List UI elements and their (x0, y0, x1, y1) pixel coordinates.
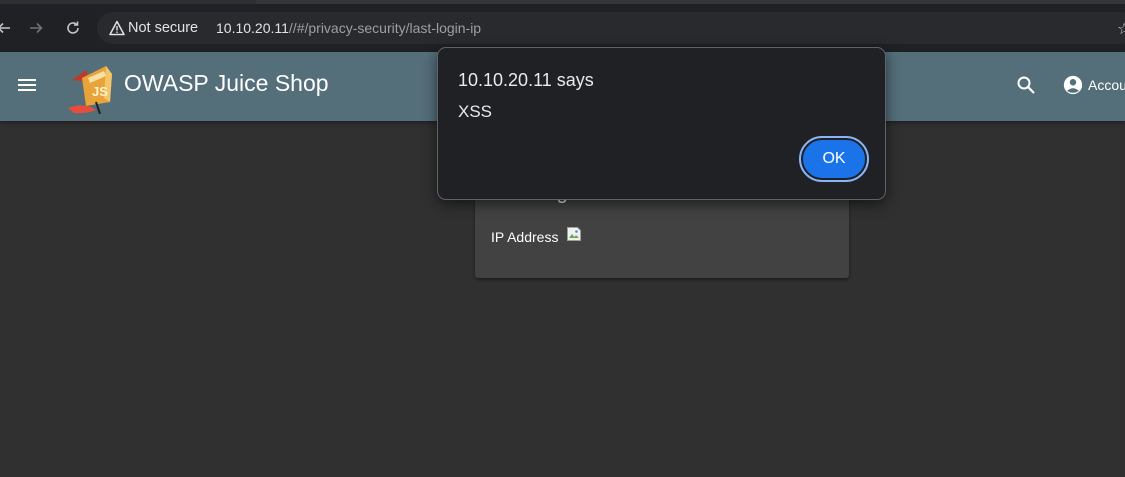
account-label: Account (1088, 77, 1125, 93)
broken-image-icon (567, 227, 581, 241)
app-title[interactable]: OWASP Juice Shop (124, 70, 329, 97)
alert-title: 10.10.20.11 says (458, 70, 594, 90)
juice-shop-logo[interactable]: JS (66, 58, 118, 114)
reload-icon (67, 21, 79, 34)
ip-address-label: IP Address (491, 229, 559, 245)
account-button[interactable]: Account (1062, 73, 1125, 97)
forward-button[interactable] (26, 18, 46, 38)
alert-dialog: 10.10.20.11 says XSS OK (437, 47, 886, 200)
back-arrow-icon (0, 22, 10, 34)
bookmark-star-icon[interactable]: ☆ (1117, 19, 1125, 39)
back-button[interactable] (0, 18, 14, 38)
hamburger-menu-icon[interactable] (15, 73, 39, 97)
address-bar[interactable]: Not secure 10.10.20.11//#/privacy-securi… (97, 12, 1125, 44)
browser-toolbar: Not secure 10.10.20.11//#/privacy-securi… (0, 4, 1125, 52)
search-icon[interactable] (1014, 73, 1038, 97)
url-path: //#/privacy-security/last-login-ip (288, 20, 482, 36)
reload-button[interactable] (63, 18, 83, 38)
svg-text:JS: JS (92, 84, 108, 99)
ok-button[interactable]: OK (799, 136, 869, 182)
forward-arrow-icon (30, 22, 43, 34)
url-text[interactable]: 10.10.20.11//#/privacy-security/last-log… (216, 20, 481, 36)
alert-message: XSS (458, 102, 493, 121)
account-circle-icon (1063, 75, 1083, 95)
security-status[interactable]: Not secure (128, 20, 198, 36)
warning-icon[interactable] (109, 20, 125, 36)
url-host: 10.10.20.11 (216, 20, 289, 36)
